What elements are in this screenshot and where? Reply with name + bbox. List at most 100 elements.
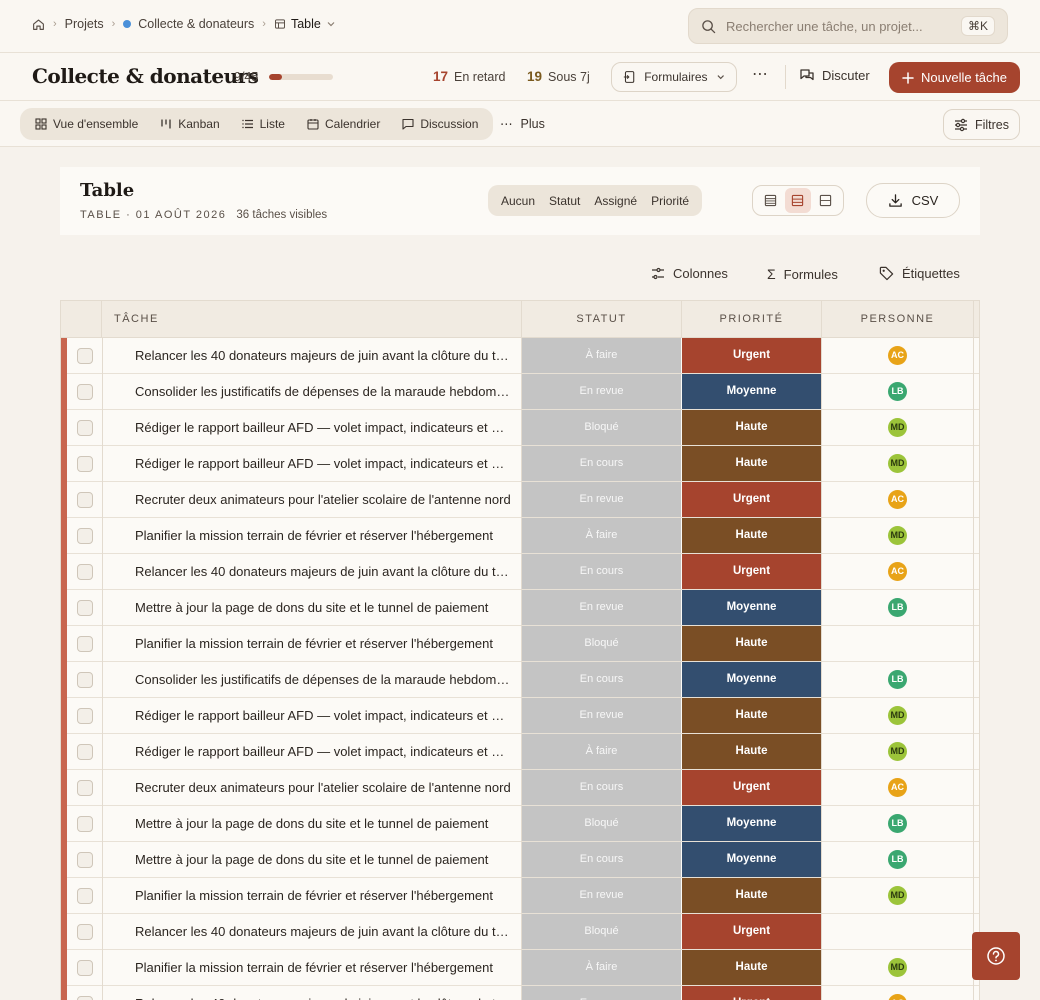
avatar[interactable]: AC xyxy=(888,562,907,581)
help-button[interactable] xyxy=(972,932,1020,980)
status-cell[interactable]: Bloqué xyxy=(522,626,681,661)
table-row[interactable]: Mettre à jour la page de dons du site et… xyxy=(61,842,979,878)
status-cell[interactable]: En cours xyxy=(522,554,681,589)
table-row[interactable]: Planifier la mission terrain de février … xyxy=(61,518,979,554)
avatar[interactable]: MD xyxy=(888,886,907,905)
status-cell[interactable]: À faire xyxy=(522,518,681,553)
avatar[interactable]: MD xyxy=(888,742,907,761)
row-checkbox[interactable] xyxy=(77,564,93,580)
avatar[interactable]: LB xyxy=(888,382,907,401)
task-name[interactable]: Mettre à jour la page de dons du site et… xyxy=(135,806,511,842)
priority-cell[interactable]: Urgent xyxy=(682,338,821,373)
table-row[interactable]: Planifier la mission terrain de février … xyxy=(61,950,979,986)
filters-button[interactable]: Filtres xyxy=(943,109,1020,140)
status-cell[interactable]: Bloqué xyxy=(522,410,681,445)
table-row[interactable]: Rédiger le rapport bailleur AFD — volet … xyxy=(61,698,979,734)
tab-kanban[interactable]: Kanban xyxy=(149,108,230,140)
avatar[interactable]: LB xyxy=(888,670,907,689)
priority-cell[interactable]: Moyenne xyxy=(682,842,821,877)
status-cell[interactable]: En revue xyxy=(522,374,681,409)
more-options-icon[interactable]: ⋯ xyxy=(750,67,770,87)
status-cell[interactable]: En revue xyxy=(522,878,681,913)
row-checkbox[interactable] xyxy=(77,888,93,904)
tab-overview[interactable]: Vue d'ensemble xyxy=(24,108,149,140)
search-input[interactable]: Rechercher une tâche, un projet... ⌘K xyxy=(688,8,1008,44)
avatar[interactable]: LB xyxy=(888,814,907,833)
priority-cell[interactable]: Urgent xyxy=(682,482,821,517)
row-checkbox[interactable] xyxy=(77,636,93,652)
status-cell[interactable]: En revue xyxy=(522,482,681,517)
avatar[interactable]: LB xyxy=(888,598,907,617)
home-icon[interactable] xyxy=(32,18,45,31)
breadcrumb-view[interactable]: Table xyxy=(274,17,336,31)
avatar[interactable]: MD xyxy=(888,418,907,437)
status-cell[interactable]: En cours xyxy=(522,770,681,805)
table-row[interactable]: Planifier la mission terrain de février … xyxy=(61,626,979,662)
row-checkbox[interactable] xyxy=(77,672,93,688)
table-row[interactable]: Rédiger le rapport bailleur AFD — volet … xyxy=(61,410,979,446)
priority-cell[interactable]: Haute xyxy=(682,518,821,553)
task-name[interactable]: Rédiger le rapport bailleur AFD — volet … xyxy=(135,734,511,770)
group-status[interactable]: Statut xyxy=(542,194,587,208)
tab-list[interactable]: Liste xyxy=(231,108,296,140)
new-task-button[interactable]: Nouvelle tâche xyxy=(889,62,1020,93)
table-row[interactable]: Planifier la mission terrain de février … xyxy=(61,878,979,914)
status-cell[interactable]: En cours xyxy=(522,446,681,481)
row-checkbox[interactable] xyxy=(77,492,93,508)
task-name[interactable]: Relancer les 40 donateurs majeurs de jui… xyxy=(135,554,511,590)
row-checkbox[interactable] xyxy=(77,960,93,976)
priority-cell[interactable]: Urgent xyxy=(682,554,821,589)
task-name[interactable]: Relancer les 40 donateurs majeurs de jui… xyxy=(135,338,511,374)
avatar[interactable]: LB xyxy=(888,850,907,869)
breadcrumb-project[interactable]: Collecte & donateurs xyxy=(123,17,254,31)
row-checkbox[interactable] xyxy=(77,708,93,724)
table-row[interactable]: Consolider les justificatifs de dépenses… xyxy=(61,374,979,410)
row-checkbox[interactable] xyxy=(77,420,93,436)
columns-button[interactable]: Colonnes xyxy=(651,266,728,281)
task-name[interactable]: Relancer les 40 donateurs majeurs de jui… xyxy=(135,914,511,950)
group-priority[interactable]: Priorité xyxy=(644,194,696,208)
tags-button[interactable]: Étiquettes xyxy=(879,266,960,281)
priority-cell[interactable]: Haute xyxy=(682,878,821,913)
priority-cell[interactable]: Haute xyxy=(682,410,821,445)
task-name[interactable]: Relancer les 40 donateurs majeurs de jui… xyxy=(135,986,511,1000)
status-cell[interactable]: Bloqué xyxy=(522,914,681,949)
group-none[interactable]: Aucun xyxy=(494,194,542,208)
row-checkbox[interactable] xyxy=(77,852,93,868)
density-compact[interactable] xyxy=(758,188,784,213)
status-cell[interactable]: En revue xyxy=(522,698,681,733)
task-name[interactable]: Mettre à jour la page de dons du site et… xyxy=(135,590,511,626)
task-name[interactable]: Consolider les justificatifs de dépenses… xyxy=(135,662,511,698)
priority-cell[interactable]: Haute xyxy=(682,698,821,733)
status-cell[interactable]: En cours xyxy=(522,662,681,697)
priority-cell[interactable]: Haute xyxy=(682,950,821,985)
tab-calendar[interactable]: Calendrier xyxy=(296,108,391,140)
task-name[interactable]: Rédiger le rapport bailleur AFD — volet … xyxy=(135,446,511,482)
tab-discussion[interactable]: Discussion xyxy=(391,108,489,140)
priority-cell[interactable]: Urgent xyxy=(682,986,821,1000)
status-cell[interactable]: En cours xyxy=(522,986,681,1000)
density-comfortable[interactable] xyxy=(812,188,838,213)
column-header-status[interactable]: Statut xyxy=(522,301,682,338)
priority-cell[interactable]: Moyenne xyxy=(682,662,821,697)
avatar[interactable]: MD xyxy=(888,526,907,545)
avatar[interactable]: MD xyxy=(888,454,907,473)
task-name[interactable]: Recruter deux animateurs pour l'atelier … xyxy=(135,770,511,806)
avatar[interactable]: MD xyxy=(888,958,907,977)
status-cell[interactable]: À faire xyxy=(522,734,681,769)
avatar[interactable]: AC xyxy=(888,994,907,1000)
due-soon-stat[interactable]: 19 Sous 7j xyxy=(527,69,590,84)
table-row[interactable]: Mettre à jour la page de dons du site et… xyxy=(61,590,979,626)
late-tasks-stat[interactable]: 17 En retard xyxy=(433,69,505,84)
task-name[interactable]: Planifier la mission terrain de février … xyxy=(135,950,511,986)
table-row[interactable]: Recruter deux animateurs pour l'atelier … xyxy=(61,482,979,518)
priority-cell[interactable]: Urgent xyxy=(682,770,821,805)
row-checkbox[interactable] xyxy=(77,996,93,1000)
task-name[interactable]: Consolider les justificatifs de dépenses… xyxy=(135,374,511,410)
table-row[interactable]: Recruter deux animateurs pour l'atelier … xyxy=(61,770,979,806)
status-cell[interactable]: À faire xyxy=(522,338,681,373)
priority-cell[interactable]: Moyenne xyxy=(682,590,821,625)
table-row[interactable]: Relancer les 40 donateurs majeurs de jui… xyxy=(61,338,979,374)
status-cell[interactable]: Bloqué xyxy=(522,806,681,841)
column-header-priority[interactable]: Priorité xyxy=(682,301,822,338)
